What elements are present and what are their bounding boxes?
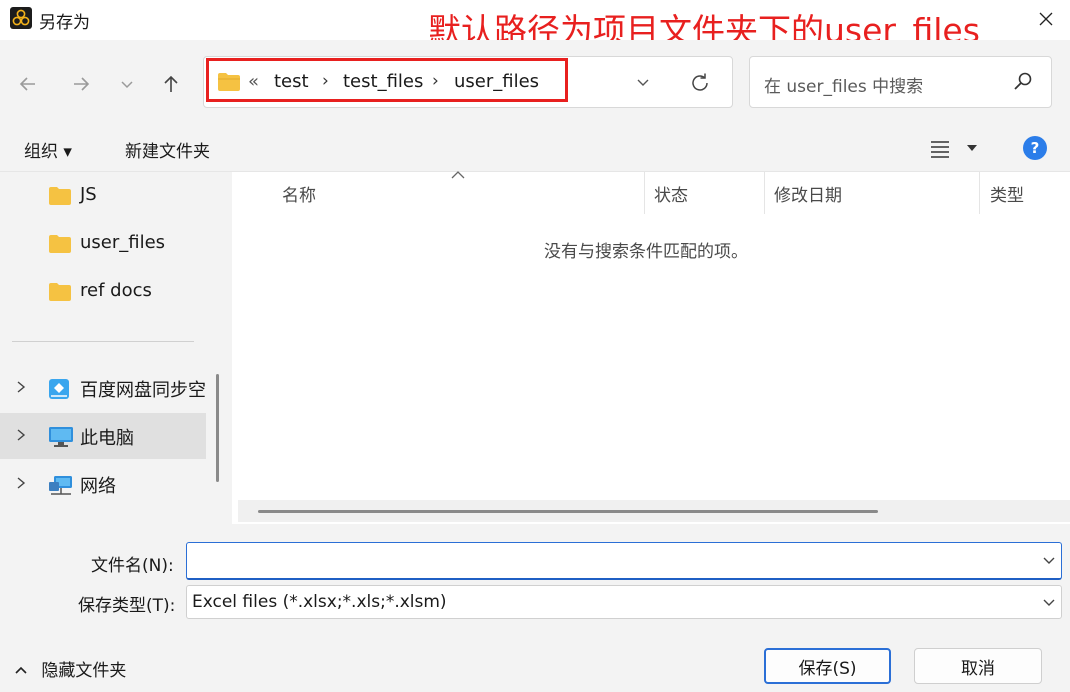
breadcrumb-test-files[interactable]: test_files: [343, 71, 423, 92]
sort-ascending-icon: [451, 171, 465, 179]
computer-icon: [49, 427, 73, 447]
sidebar-item-label: 网络: [80, 476, 116, 497]
organize-button[interactable]: 组织 ▾: [24, 137, 72, 162]
column-header-status[interactable]: 状态: [654, 181, 688, 206]
sidebar-item-this-pc[interactable]: 此电脑: [0, 413, 206, 459]
breadcrumb-test[interactable]: test: [274, 71, 309, 92]
command-bar: 组织 ▾ 新建文件夹 ?: [0, 126, 1070, 172]
folder-icon: [49, 187, 71, 205]
navigation-bar: « test › test_files › user_files 在 user_…: [0, 40, 1070, 126]
breadcrumb-overflow[interactable]: «: [248, 71, 259, 92]
view-options-icon[interactable]: [930, 138, 982, 158]
navigation-pane: JS user_files ref docs 百度网盘同步空 此电脑 网络: [0, 172, 232, 524]
filetype-select[interactable]: Excel files (*.xlsx;*.xls;*.xlsm): [186, 585, 1062, 619]
forward-button[interactable]: [64, 67, 98, 101]
address-bar[interactable]: « test › test_files › user_files: [203, 56, 733, 108]
sidebar-item-baidu-sync[interactable]: 百度网盘同步空: [0, 365, 206, 411]
filetype-value: Excel files (*.xlsx;*.xls;*.xlsm): [192, 592, 447, 612]
sidebar-item-label: ref docs: [80, 280, 152, 301]
search-box[interactable]: 在 user_files 中搜索: [749, 56, 1052, 108]
chevron-down-icon: [121, 81, 133, 89]
filename-field[interactable]: [186, 542, 1062, 580]
hide-folders-label: 隐藏文件夹: [41, 661, 127, 681]
filetype-label: 保存类型(T):: [78, 596, 176, 616]
refresh-icon[interactable]: [688, 71, 712, 95]
chevron-right-icon[interactable]: [14, 427, 28, 443]
column-header-type[interactable]: 类型: [990, 181, 1024, 206]
recent-locations-button[interactable]: [110, 67, 144, 101]
chevron-up-icon: [15, 666, 27, 674]
chevron-right-icon[interactable]: [14, 379, 28, 395]
sidebar-item-label: user_files: [80, 232, 166, 253]
chevron-down-icon[interactable]: [1041, 552, 1057, 568]
network-icon: [49, 476, 72, 495]
file-list: 名称 状态 修改日期 类型 没有与搜索条件匹配的项。: [232, 171, 1070, 524]
sidebar-item-label: 此电脑: [80, 428, 134, 449]
sidebar-item-user-files[interactable]: user_files: [0, 221, 206, 267]
close-button[interactable]: [1022, 0, 1070, 38]
sidebar-item-label: 百度网盘同步空: [80, 380, 206, 401]
help-button[interactable]: ?: [1023, 136, 1047, 160]
column-header-modified-date[interactable]: 修改日期: [774, 181, 842, 206]
new-folder-button[interactable]: 新建文件夹: [125, 137, 210, 162]
column-header-name[interactable]: 名称: [282, 181, 316, 206]
sidebar-item-label: JS: [80, 184, 97, 205]
filename-input[interactable]: [193, 547, 1023, 575]
arrow-right-icon: [74, 77, 90, 91]
chevron-down-icon[interactable]: [634, 73, 652, 91]
arrow-up-icon: [164, 75, 178, 92]
sidebar-item-js[interactable]: JS: [0, 173, 206, 219]
chevron-right-icon[interactable]: [14, 475, 28, 491]
hide-folders-toggle[interactable]: 隐藏文件夹: [14, 656, 126, 681]
search-icon[interactable]: [1012, 71, 1034, 93]
breadcrumb-separator[interactable]: ›: [432, 71, 439, 91]
app-icon: [10, 7, 32, 29]
sidebar-item-ref-docs[interactable]: ref docs: [0, 269, 206, 315]
folder-icon: [218, 73, 240, 91]
window-title: 另存为: [39, 13, 90, 33]
save-button[interactable]: 保存(S): [764, 648, 891, 684]
breadcrumb-user-files[interactable]: user_files: [454, 71, 539, 92]
column-divider[interactable]: [764, 172, 765, 214]
folder-icon: [49, 283, 71, 301]
baidu-sync-icon: [49, 379, 69, 399]
sidebar-item-network[interactable]: 网络: [0, 461, 206, 507]
cancel-button[interactable]: 取消: [914, 648, 1042, 684]
horizontal-scrollbar-thumb[interactable]: [258, 510, 878, 513]
column-divider[interactable]: [979, 172, 980, 214]
sidebar-scrollbar[interactable]: [216, 374, 219, 482]
filename-label: 文件名(N):: [91, 556, 174, 576]
save-form: 文件名(N): 保存类型(T): Excel files (*.xlsx;*.x…: [0, 524, 1070, 692]
up-button[interactable]: [154, 67, 188, 101]
arrow-left-icon: [19, 77, 35, 91]
column-divider[interactable]: [644, 172, 645, 214]
empty-list-message: 没有与搜索条件匹配的项。: [544, 242, 748, 262]
back-button[interactable]: [11, 67, 45, 101]
folder-icon: [49, 235, 71, 253]
search-input[interactable]: 在 user_files 中搜索: [764, 72, 923, 97]
close-icon: [1039, 12, 1053, 26]
sidebar-divider: [12, 341, 194, 342]
chevron-down-icon: [1043, 599, 1055, 606]
breadcrumb-separator[interactable]: ›: [322, 71, 329, 91]
